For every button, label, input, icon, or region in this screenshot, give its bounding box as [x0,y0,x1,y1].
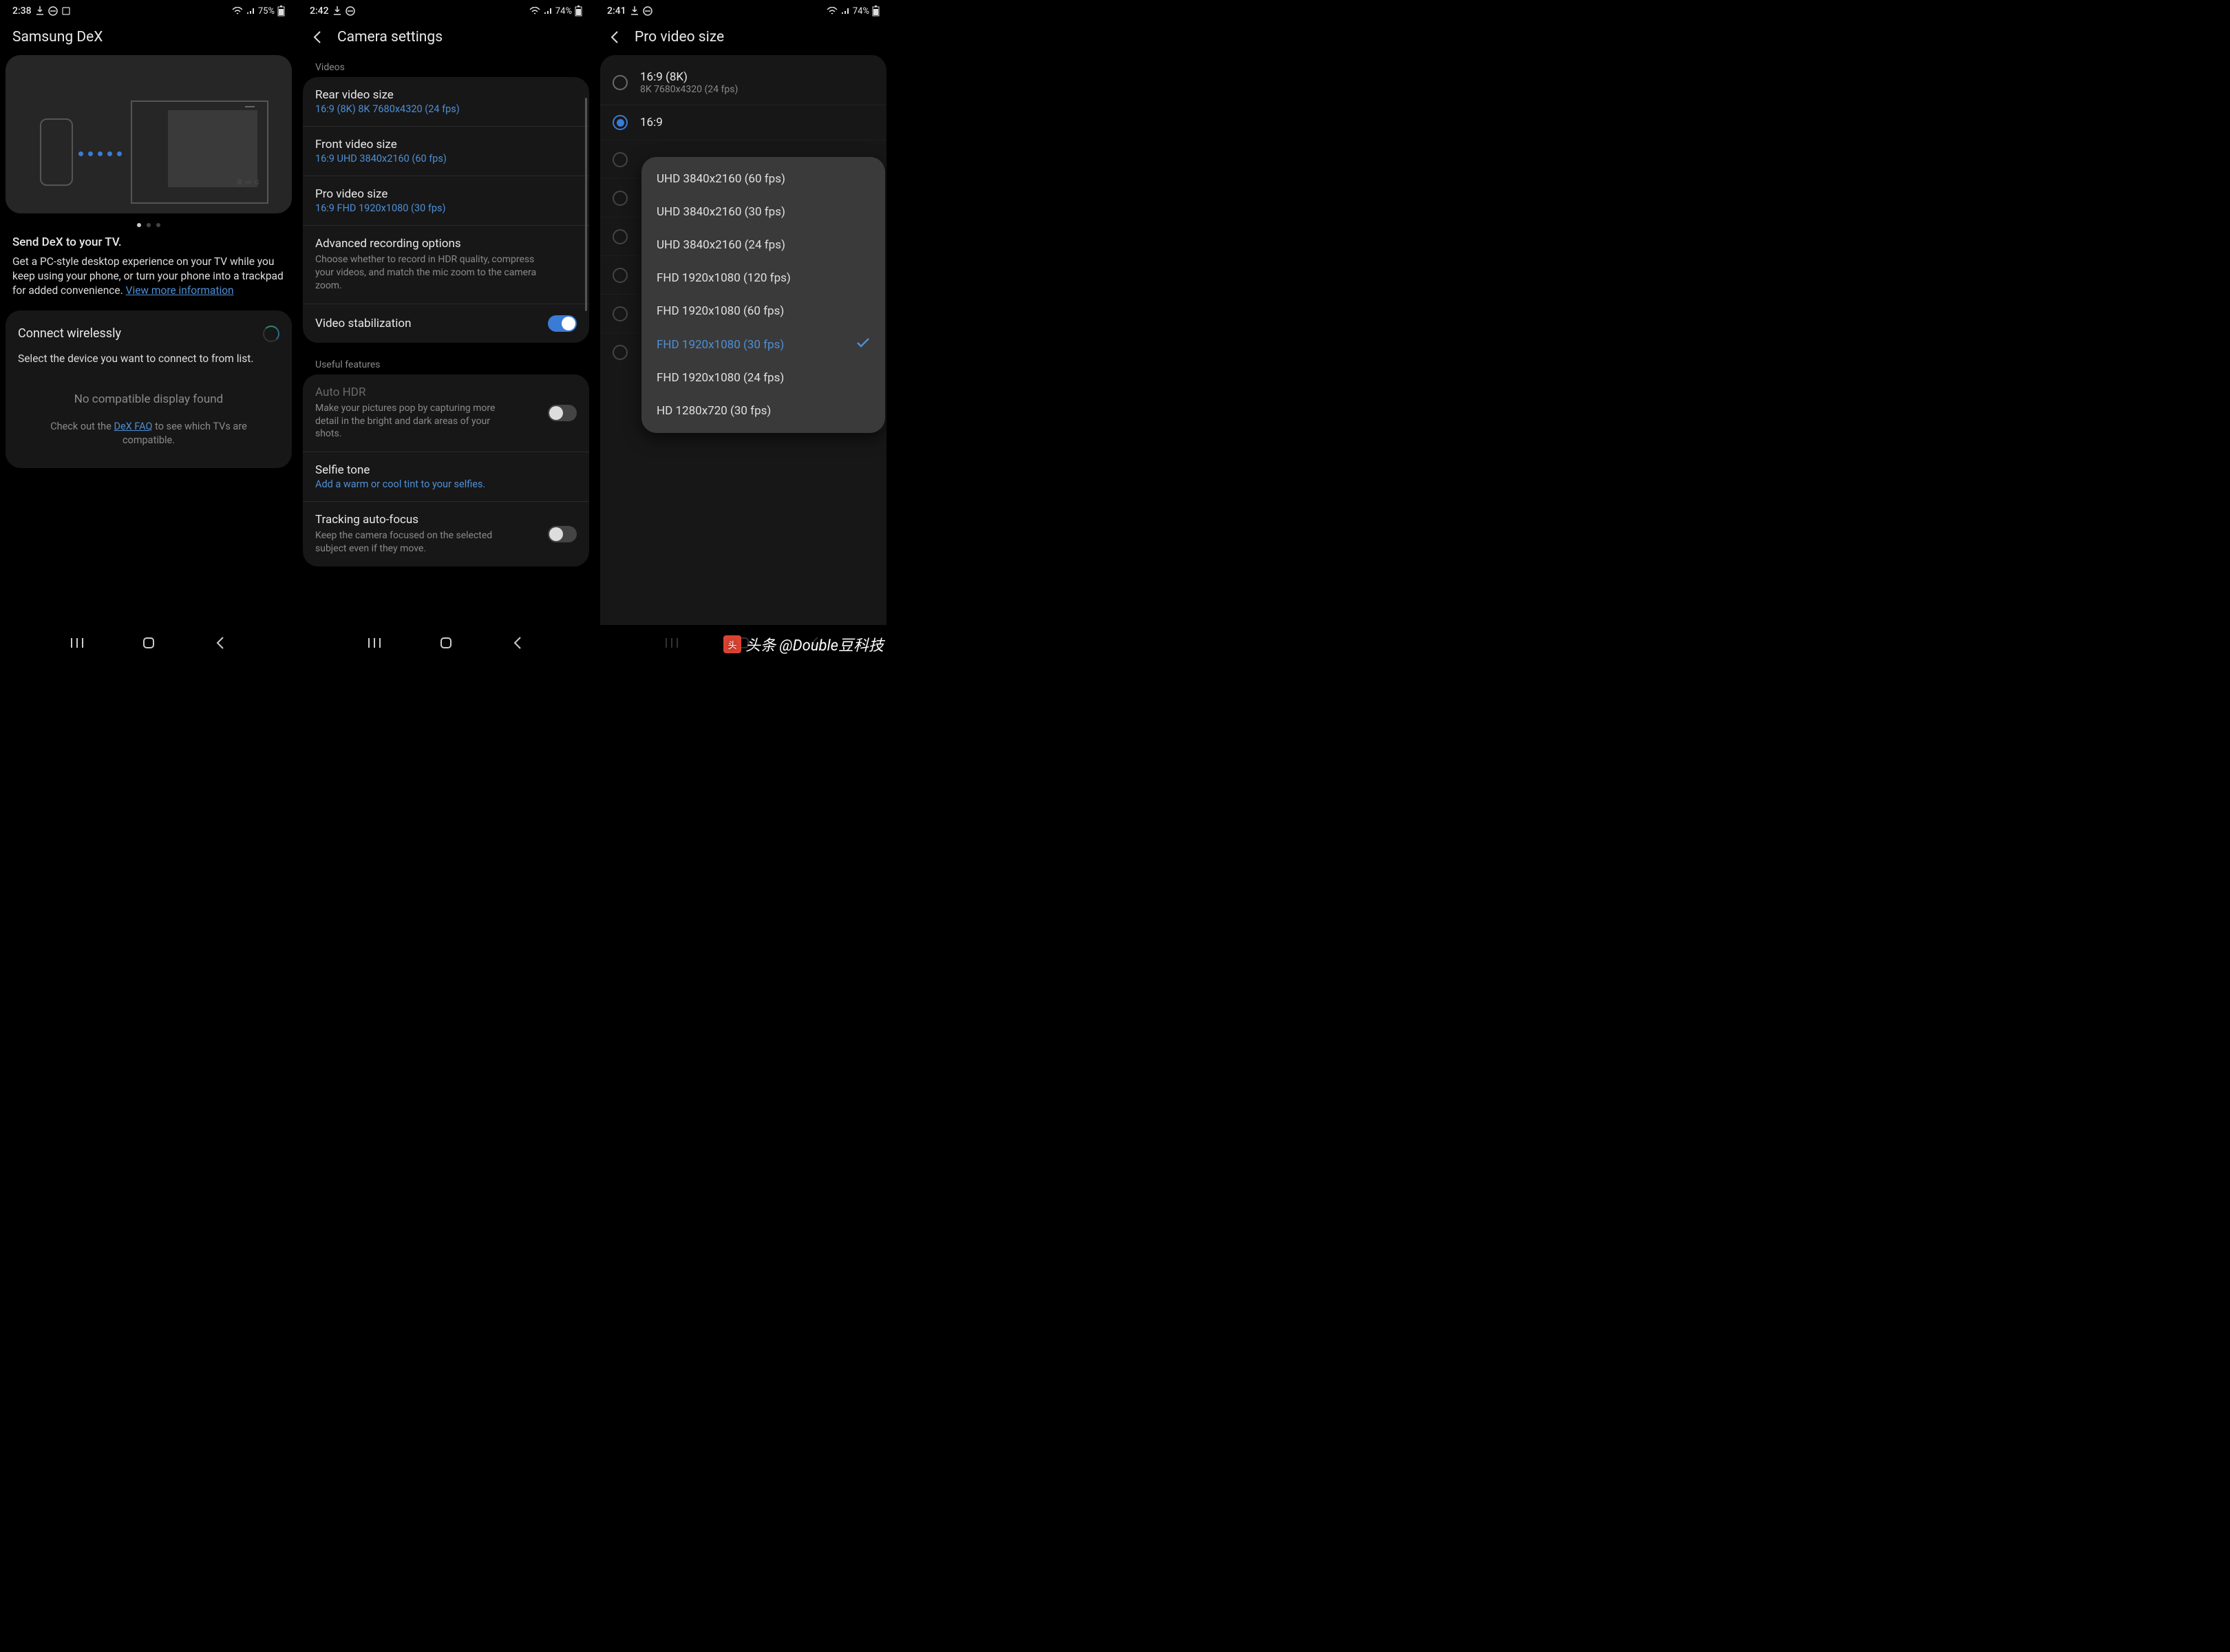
battery-icon [575,6,582,17]
connect-wireless-title: Connect wirelessly [18,326,121,341]
setting-selfie-tone[interactable]: Selfie tone Add a warm or cool tint to y… [303,452,589,501]
phone-dex: 2:38 75% Samsung DeX ||| ▭ ◁ [0,0,297,661]
illus-window-icon [168,110,257,187]
faq-message: Check out the DeX FAQ to see which TVs a… [18,420,279,448]
recents-button[interactable] [662,633,681,653]
setting-advanced-recording[interactable]: Advanced recording options Choose whethe… [303,225,589,304]
recents-button[interactable] [67,633,87,653]
dex-illustration-card[interactable]: ||| ▭ ◁ [6,55,292,213]
radio-icon[interactable] [613,115,628,130]
watermark: 头 头条 @Double豆科技 [723,633,884,655]
battery-percent: 75% [258,6,275,17]
setting-front-video-size[interactable]: Front video size 16:9 UHD 3840x2160 (60 … [303,126,589,176]
popup-option[interactable]: HD 1280x720 (30 fps) [641,394,885,427]
popup-option-selected[interactable]: FHD 1920x1080 (30 fps) [641,328,885,361]
auto-hdr-switch[interactable] [548,405,577,421]
home-button[interactable] [436,633,456,653]
videos-settings-card: Rear video size 16:9 (8K) 8K 7680x4320 (… [303,77,589,343]
status-bar: 2:38 75% [0,0,297,22]
illus-window-bar [168,103,257,110]
phone-camera-settings: 2:42 74% Camera settings Videos Rear vid… [297,0,595,661]
page-title: Samsung DeX [0,22,297,55]
recents-button[interactable] [365,633,384,653]
wifi-icon [827,7,838,15]
android-nav-bar [0,625,297,661]
download-icon [36,6,44,16]
pager-dot[interactable] [156,223,160,227]
status-bar: 2:42 74% [297,0,595,22]
useful-features-card: Auto HDR Make your pictures pop by captu… [303,374,589,566]
page-title: Camera settings [337,29,443,45]
back-button[interactable] [508,633,527,653]
setting-tracking-autofocus[interactable]: Tracking auto-focus Keep the camera focu… [303,501,589,566]
watermark-badge-icon: 头 [723,635,741,653]
status-time: 2:41 [607,6,626,17]
scrollbar[interactable] [585,98,587,311]
loading-spinner-icon [263,326,279,342]
tracking-autofocus-switch[interactable] [548,526,577,542]
connect-wireless-sub: Select the device you want to connect to… [18,352,279,366]
status-bar: 2:41 74% [595,0,892,22]
illus-taskbar: ||| ▭ ◁ [237,179,259,186]
pager-dot[interactable] [147,223,151,227]
section-useful: Useful features [303,352,589,374]
dex-faq-link[interactable]: DeX FAQ [114,421,152,432]
back-icon[interactable] [310,30,325,45]
wifi-icon [529,7,540,15]
status-time: 2:42 [310,6,329,17]
dnd-icon [48,6,58,16]
battery-icon [872,6,880,17]
view-more-link[interactable]: View more information [126,284,234,297]
video-stabilization-switch[interactable] [548,315,577,332]
check-icon [856,337,870,352]
setting-pro-video-size[interactable]: Pro video size 16:9 FHD 1920x1080 (30 fp… [303,176,589,225]
popup-option[interactable]: UHD 3840x2160 (60 fps) [641,162,885,195]
signal-icon [543,7,553,15]
battery-percent: 74% [853,6,869,17]
popup-option[interactable]: FHD 1920x1080 (120 fps) [641,262,885,295]
dex-section-body: Get a PC-style desktop experience on you… [12,255,285,298]
popup-option[interactable]: UHD 3840x2160 (30 fps) [641,195,885,229]
android-nav-bar [297,625,595,661]
phone-pro-video-size: 2:41 74% Pro video size 16:9 (8K) 8K 768… [595,0,892,661]
download-icon [630,6,639,16]
dex-section-title: Send DeX to your TV. [12,235,285,249]
popup-option[interactable]: UHD 3840x2160 (24 fps) [641,229,885,262]
download-icon [333,6,341,16]
radio-option-16-9[interactable]: 16:9 [600,105,886,140]
pager-dot[interactable] [137,223,141,227]
radio-option-8k[interactable]: 16:9 (8K) 8K 7680x4320 (24 fps) [600,61,886,105]
popup-option[interactable]: FHD 1920x1080 (60 fps) [641,295,885,328]
home-button[interactable] [139,633,158,653]
connect-card: Connect wirelessly Select the device you… [6,310,292,469]
settings-shortcut-icon [62,7,70,15]
no-device-message: No compatible display found [18,392,279,406]
resolution-popup: UHD 3840x2160 (60 fps) UHD 3840x2160 (30… [641,157,885,433]
wifi-icon [232,7,243,15]
back-button[interactable] [211,633,230,653]
page-title: Pro video size [635,29,724,45]
back-icon[interactable] [607,30,622,45]
signal-icon [246,7,255,15]
radio-icon[interactable] [613,75,628,90]
illus-connection-dots [78,151,122,156]
setting-auto-hdr[interactable]: Auto HDR Make your pictures pop by captu… [303,374,589,452]
popup-option[interactable]: FHD 1920x1080 (24 fps) [641,361,885,394]
dnd-icon [643,6,652,16]
pager-dots[interactable] [6,223,292,227]
setting-video-stabilization[interactable]: Video stabilization [303,304,589,343]
setting-rear-video-size[interactable]: Rear video size 16:9 (8K) 8K 7680x4320 (… [303,77,589,126]
signal-icon [840,7,850,15]
battery-percent: 74% [555,6,572,17]
battery-icon [277,6,285,17]
dnd-icon [346,6,355,16]
section-videos: Videos [303,55,589,77]
illus-phone-icon [40,118,73,186]
status-time: 2:38 [12,6,32,17]
